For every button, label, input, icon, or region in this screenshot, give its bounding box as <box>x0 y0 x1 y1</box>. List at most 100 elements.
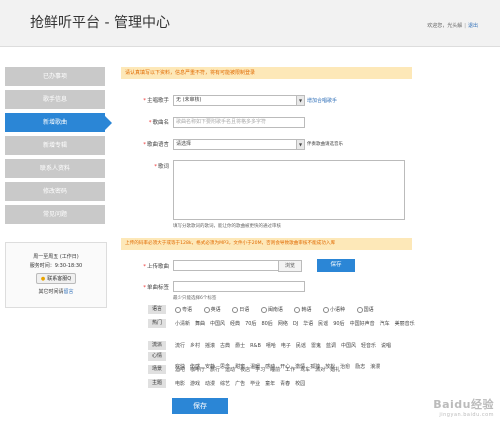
radio-icon <box>323 306 330 313</box>
tag-option[interactable]: 日语 <box>232 306 254 313</box>
tag-option[interactable]: DJ <box>293 321 298 327</box>
qq-service-button[interactable]: ● 联系客服Q <box>35 273 77 284</box>
add-chorus-link[interactable]: 增加合唱歌手 <box>307 97 337 104</box>
tag-option[interactable]: 民谣 <box>296 343 306 349</box>
tag-option[interactable]: 派对 <box>315 367 325 373</box>
tag-option[interactable]: 广告 <box>235 381 245 387</box>
tag-option[interactable]: 蓝调 <box>326 343 336 349</box>
tag-option[interactable]: 90后 <box>333 321 344 327</box>
tag-option[interactable]: 摇滚 <box>205 343 215 349</box>
tag-option[interactable]: 酒吧 <box>175 367 185 373</box>
tag-option[interactable]: 游戏 <box>190 381 200 387</box>
tag-option[interactable]: 粤语 <box>175 306 197 313</box>
tag-option[interactable]: 经典 <box>230 321 240 327</box>
sidebar-item-contacts[interactable]: 联系人资料 <box>5 159 105 178</box>
watermark-sub: jingyan.baidu.com <box>439 412 494 418</box>
tag-option[interactable]: 民谣 <box>318 321 328 327</box>
tag-option[interactable]: 青春 <box>280 381 290 387</box>
tag-option[interactable]: 中国风 <box>341 343 356 349</box>
tag-option[interactable]: 驾车 <box>300 367 310 373</box>
tag-option[interactable]: 说唱 <box>381 343 391 349</box>
tag-option[interactable]: 乡村 <box>190 343 200 349</box>
radio-icon <box>294 306 301 313</box>
tag-option[interactable]: 嘻哈 <box>266 343 276 349</box>
submit-save-button[interactable]: 保存 <box>172 398 228 414</box>
tag-option[interactable]: 80后 <box>261 321 272 327</box>
message-link[interactable]: 留言 <box>64 289 74 295</box>
language-select[interactable]: 请选择 ▼ <box>173 139 305 150</box>
lyrics-textarea[interactable] <box>173 160 405 220</box>
sidebar-item-change-password[interactable]: 修改密码 <box>5 182 105 201</box>
tag-option[interactable]: 英语 <box>203 306 226 313</box>
tag-group-label: 场景 <box>148 365 166 374</box>
tag-option[interactable]: 工作 <box>285 367 295 373</box>
tag-option[interactable]: R&B <box>250 343 261 349</box>
tag-option[interactable]: 校园 <box>295 381 305 387</box>
tag-option[interactable]: 咖啡厅 <box>190 367 205 373</box>
tag-option[interactable]: 小语种 <box>323 306 350 313</box>
tag-option[interactable]: 闽南语 <box>260 306 288 313</box>
tag-option[interactable]: 学习 <box>255 367 265 373</box>
sidebar-item-add-album[interactable]: 新增专辑 <box>5 136 105 155</box>
tag-option[interactable]: 电影 <box>175 381 185 387</box>
tag-option[interactable]: 华语 <box>303 321 313 327</box>
sidebar-item-add-song[interactable]: 新增歌曲 <box>5 113 112 132</box>
service-box: 周一至周五 (工作日) 服务时间：9:30-18:30 ● 联系客服Q 其它时间请… <box>5 242 107 308</box>
sidebar-item-singer-info[interactable]: 歌手信息 <box>5 90 105 109</box>
watermark-main: Baidu经验 <box>433 398 494 411</box>
tag-option[interactable]: 婚礼 <box>330 367 340 373</box>
song-name-input[interactable]: 歌曲名称如下要附歌手名且将格多多字符 <box>173 117 305 128</box>
tag-group-label: 流派 <box>148 341 166 350</box>
singer-select[interactable]: 无 (未审核) ▼ <box>173 95 305 106</box>
tag-option[interactable]: 中国好声音 <box>350 321 375 327</box>
tag-option[interactable]: 睡前 <box>270 367 280 373</box>
tag-option[interactable]: 小清新 <box>175 321 190 327</box>
tag-option[interactable]: 韩语 <box>294 306 316 313</box>
upload-label: *上传歌曲 <box>143 264 169 270</box>
tag-option[interactable]: 70后 <box>245 321 256 327</box>
singer-label: *主唱歌手 <box>143 98 169 104</box>
welcome-bar: 欢迎您，光头解 | 退出 <box>427 23 478 29</box>
tag-option[interactable]: 中国风 <box>210 321 225 327</box>
upload-save-button[interactable]: 保存 <box>317 259 355 272</box>
tag-option[interactable]: 轻音乐 <box>361 343 376 349</box>
tag-option[interactable]: 国语 <box>356 306 379 313</box>
tag-option[interactable]: 流行 <box>175 343 185 349</box>
qq-icon: ● <box>40 276 46 282</box>
tag-option[interactable]: 网络 <box>278 321 288 327</box>
tag-group-values: 电影 游戏 动漫 综艺 广告 毕业 童年 青春 校园 <box>175 379 430 389</box>
tag-option[interactable]: 舞曲 <box>195 321 205 327</box>
watermark: Baidu经验 jingyan.baidu.com <box>433 396 494 418</box>
language-label: *歌曲语言 <box>143 142 169 148</box>
upload-path-input[interactable] <box>173 260 282 271</box>
tag-group-values: 粤语 英语 日语 闽南语 韩语 小语种 国语 <box>175 305 430 315</box>
tag-option[interactable]: 运动 <box>225 367 235 373</box>
tag-option[interactable]: 童年 <box>265 381 275 387</box>
tag-group-values: 流行 乡村 摇滚 古典 爵士 R&B 嘻哈 电子 民谣 雷鬼 蓝调 中国风 轻音乐 说唱 <box>175 341 430 351</box>
tag-option[interactable]: 古典 <box>220 343 230 349</box>
row-singer: *主唱歌手 无 (未审核) ▼ 增加合唱歌手 <box>121 95 411 107</box>
radio-icon <box>175 306 181 313</box>
tag-option[interactable]: 动漫 <box>205 381 215 387</box>
tag-option[interactable]: 综艺 <box>220 381 230 387</box>
radio-icon <box>203 306 210 313</box>
tag-option[interactable]: 爵士 <box>235 343 245 349</box>
tag-option[interactable]: 汽车 <box>380 321 390 327</box>
logout-link[interactable]: 退出 <box>468 23 478 29</box>
sidebar-item-todo[interactable]: 已办事项 <box>5 67 105 86</box>
welcome-text: 欢迎您，光头解 <box>427 23 463 29</box>
tag-option[interactable]: 雷鬼 <box>311 343 321 349</box>
tag-option[interactable]: 旅行 <box>210 367 220 373</box>
service-other: 其它时间请留言 <box>6 288 106 295</box>
tag-option[interactable]: 毕业 <box>250 381 260 387</box>
tags-input[interactable] <box>173 281 305 292</box>
browse-button[interactable]: 浏览 <box>278 260 302 272</box>
tags-label: *单曲标签 <box>143 285 169 291</box>
tag-option[interactable]: 美丽音乐 <box>395 321 415 327</box>
tag-group-label: 热门 <box>148 319 166 328</box>
sidebar-item-faq[interactable]: 常见问题 <box>5 205 105 224</box>
lyrics-label: *歌词 <box>154 164 169 170</box>
row-song-name: *歌曲名 歌曲名称如下要附歌手名且将格多多字符 <box>121 117 411 129</box>
tag-option[interactable]: 夜店 <box>240 367 250 373</box>
tag-option[interactable]: 电子 <box>281 343 291 349</box>
